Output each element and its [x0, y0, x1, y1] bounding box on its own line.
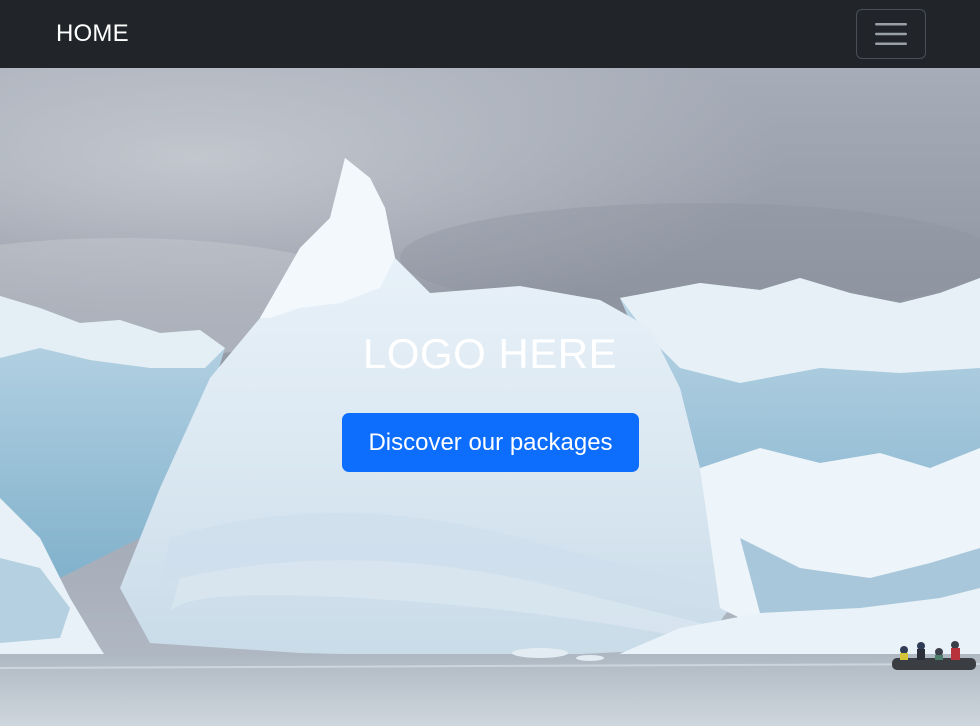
- hero-content: LOGO HERE Discover our packages: [0, 68, 980, 726]
- navbar: HOME: [0, 0, 980, 68]
- navbar-toggler-button[interactable]: [856, 9, 926, 59]
- discover-packages-button[interactable]: Discover our packages: [342, 413, 639, 472]
- brand-home-link[interactable]: HOME: [56, 20, 129, 48]
- hamburger-menu-icon: [875, 23, 907, 45]
- logo-placeholder: LOGO HERE: [362, 330, 618, 377]
- hero-section: LOGO HERE Discover our packages: [0, 68, 980, 726]
